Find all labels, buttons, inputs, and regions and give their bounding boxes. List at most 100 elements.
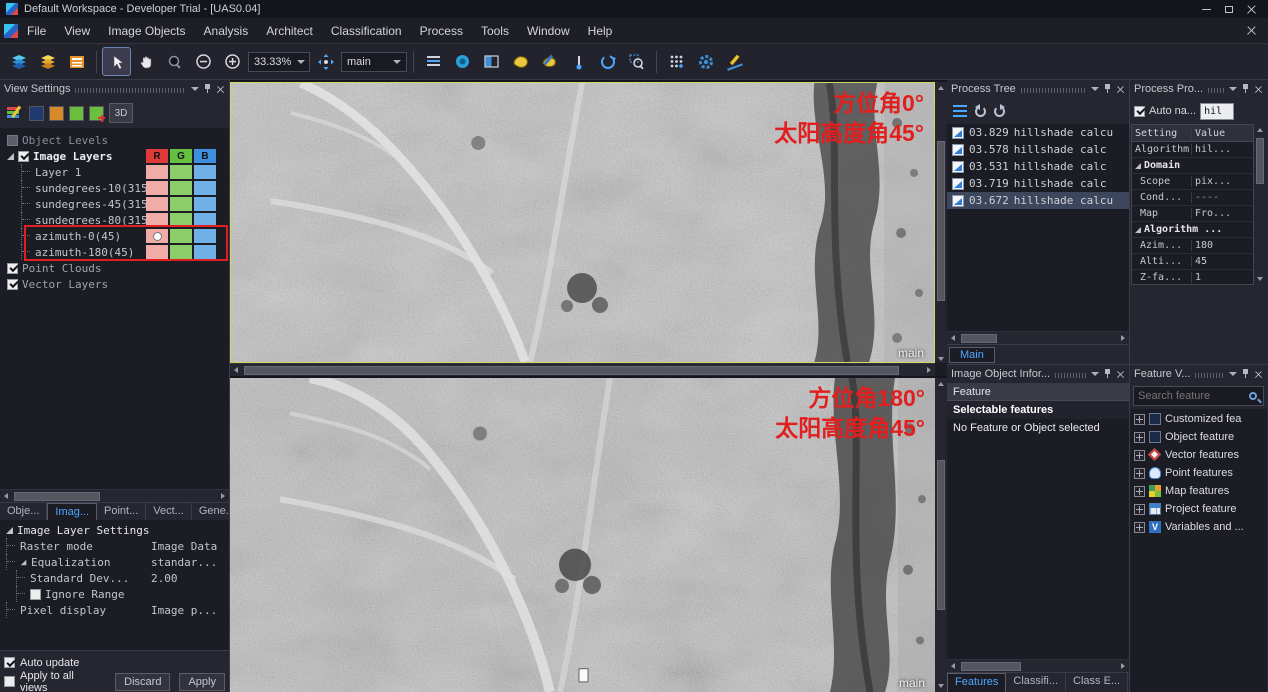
expand-plus-icon[interactable] bbox=[1134, 432, 1145, 443]
b-cell[interactable] bbox=[194, 181, 216, 195]
menu-architect[interactable]: Architect bbox=[257, 20, 322, 42]
single-view-button[interactable] bbox=[420, 48, 447, 75]
discard-button[interactable]: Discard bbox=[115, 673, 170, 691]
point-clouds-checkbox[interactable] bbox=[7, 263, 18, 274]
setting-value[interactable]: Image Data bbox=[151, 540, 229, 553]
menu-classification[interactable]: Classification bbox=[322, 20, 411, 42]
close-document-icon[interactable] bbox=[1247, 26, 1256, 35]
property-value[interactable]: 180 bbox=[1192, 240, 1253, 251]
vector-layers-checkbox[interactable] bbox=[7, 279, 18, 290]
add-layer-icon[interactable] bbox=[89, 106, 104, 121]
pin-icon[interactable] bbox=[204, 84, 211, 94]
scroll-thumb[interactable] bbox=[244, 366, 899, 375]
expand-plus-icon[interactable] bbox=[1134, 504, 1145, 515]
property-row[interactable]: Algorithmhil... bbox=[1132, 142, 1253, 158]
tree-row-object-levels[interactable]: Object Levels bbox=[0, 132, 229, 148]
ignore-range-checkbox[interactable] bbox=[30, 589, 41, 600]
menu-file[interactable]: File bbox=[18, 20, 55, 42]
scroll-right-button[interactable] bbox=[1117, 660, 1129, 672]
chevron-down-icon[interactable] bbox=[1229, 87, 1237, 91]
process-row[interactable]: 03.719hillshade calc bbox=[947, 175, 1129, 192]
close-icon[interactable] bbox=[217, 85, 224, 92]
g-cell[interactable] bbox=[170, 197, 192, 211]
property-value[interactable]: Fro... bbox=[1192, 208, 1253, 219]
zoom-area-button[interactable] bbox=[623, 48, 650, 75]
expand-plus-icon[interactable] bbox=[1134, 522, 1145, 533]
feature-item-vector[interactable]: Vector features bbox=[1130, 446, 1267, 464]
close-icon[interactable] bbox=[1117, 370, 1124, 377]
settings-row[interactable]: Equalization standar... bbox=[0, 554, 229, 570]
scroll-track[interactable] bbox=[1254, 136, 1266, 273]
single-layer-gray-icon[interactable] bbox=[29, 106, 44, 121]
select-cursor-button[interactable] bbox=[103, 48, 130, 75]
new-workspace-button[interactable] bbox=[5, 48, 32, 75]
pan-button[interactable] bbox=[132, 48, 159, 75]
feature-item-customized[interactable]: Customized fea bbox=[1130, 410, 1267, 428]
chevron-down-icon[interactable] bbox=[1229, 372, 1237, 376]
scroll-left-button[interactable] bbox=[230, 364, 242, 376]
pin-icon[interactable] bbox=[1104, 369, 1111, 379]
pin-icon[interactable] bbox=[1242, 84, 1249, 94]
save-workspace-button[interactable] bbox=[63, 48, 90, 75]
image-layers-checkbox[interactable] bbox=[18, 151, 29, 162]
process-row-selected[interactable]: 03.672hillshade calcu bbox=[947, 192, 1129, 209]
top-map-view[interactable]: 方位角0° 太阳高度角45° main bbox=[230, 82, 935, 363]
close-icon[interactable] bbox=[1255, 85, 1262, 92]
scroll-thumb[interactable] bbox=[961, 662, 1021, 671]
r-cell[interactable] bbox=[146, 181, 168, 195]
minimize-icon[interactable] bbox=[1202, 9, 1211, 10]
scroll-thumb[interactable] bbox=[14, 492, 100, 501]
bottom-map-view[interactable]: 方位角180° 太阳高度角45° main bbox=[230, 378, 935, 692]
property-row[interactable]: Azim...180 bbox=[1132, 238, 1253, 254]
property-group-row[interactable]: Domain bbox=[1132, 158, 1253, 174]
chevron-down-icon[interactable] bbox=[1091, 87, 1099, 91]
open-workspace-button[interactable] bbox=[34, 48, 61, 75]
property-row[interactable]: MapFro... bbox=[1132, 206, 1253, 222]
property-row[interactable]: Cond...---- bbox=[1132, 190, 1253, 206]
property-row[interactable]: Z-fa...1 bbox=[1132, 270, 1253, 285]
zoom-in-button[interactable] bbox=[219, 48, 246, 75]
redo-icon[interactable] bbox=[994, 106, 1005, 117]
menu-process[interactable]: Process bbox=[411, 20, 472, 42]
scroll-track[interactable] bbox=[935, 94, 947, 353]
view-settings-dialog-button[interactable] bbox=[449, 48, 476, 75]
scroll-track[interactable] bbox=[242, 364, 923, 377]
scroll-thumb[interactable] bbox=[1256, 138, 1264, 184]
close-icon[interactable] bbox=[1255, 370, 1262, 377]
settings-row[interactable]: Standard Dev... 2.00 bbox=[0, 570, 229, 586]
3d-view-button[interactable]: 3D bbox=[109, 103, 133, 123]
tab-point[interactable]: Point... bbox=[97, 503, 146, 520]
view-select[interactable]: main bbox=[341, 52, 407, 72]
scroll-track[interactable] bbox=[959, 660, 1117, 673]
g-cell[interactable] bbox=[170, 181, 192, 195]
expand-plus-icon[interactable] bbox=[1134, 486, 1145, 497]
scroll-right-button[interactable] bbox=[923, 364, 935, 376]
scroll-up-button[interactable] bbox=[935, 378, 947, 390]
tree-row-point-clouds[interactable]: Point Clouds bbox=[0, 260, 229, 276]
scroll-left-button[interactable] bbox=[0, 490, 12, 502]
scroll-thumb[interactable] bbox=[937, 460, 945, 611]
property-value[interactable]: 1 bbox=[1192, 272, 1253, 283]
property-value[interactable]: 45 bbox=[1192, 256, 1253, 267]
menu-image-objects[interactable]: Image Objects bbox=[99, 20, 194, 42]
split-view-button[interactable] bbox=[478, 48, 505, 75]
feature-item-object[interactable]: Object feature bbox=[1130, 428, 1267, 446]
tab-features[interactable]: Features bbox=[947, 673, 1006, 692]
process-row[interactable]: 03.531hillshade calc bbox=[947, 158, 1129, 175]
tab-classification[interactable]: Classifi... bbox=[1006, 673, 1066, 692]
process-name-field[interactable]: hil bbox=[1200, 103, 1234, 120]
selectable-features-row[interactable]: Selectable features bbox=[947, 401, 1129, 419]
scroll-down-button[interactable] bbox=[935, 680, 947, 692]
property-value[interactable]: hil... bbox=[1192, 144, 1253, 155]
expand-plus-icon[interactable] bbox=[1134, 414, 1145, 425]
show-outlines-button[interactable] bbox=[507, 48, 534, 75]
feature-item-project[interactable]: Project feature bbox=[1130, 500, 1267, 518]
menu-analysis[interactable]: Analysis bbox=[195, 20, 258, 42]
expand-plus-icon[interactable] bbox=[1134, 450, 1145, 461]
scroll-track[interactable] bbox=[12, 490, 217, 503]
auto-update-checkbox[interactable] bbox=[4, 657, 15, 668]
tab-vector[interactable]: Vect... bbox=[146, 503, 192, 520]
pin-icon[interactable] bbox=[1104, 84, 1111, 94]
process-row[interactable]: 03.578hillshade calc bbox=[947, 141, 1129, 158]
scroll-left-button[interactable] bbox=[947, 332, 959, 344]
